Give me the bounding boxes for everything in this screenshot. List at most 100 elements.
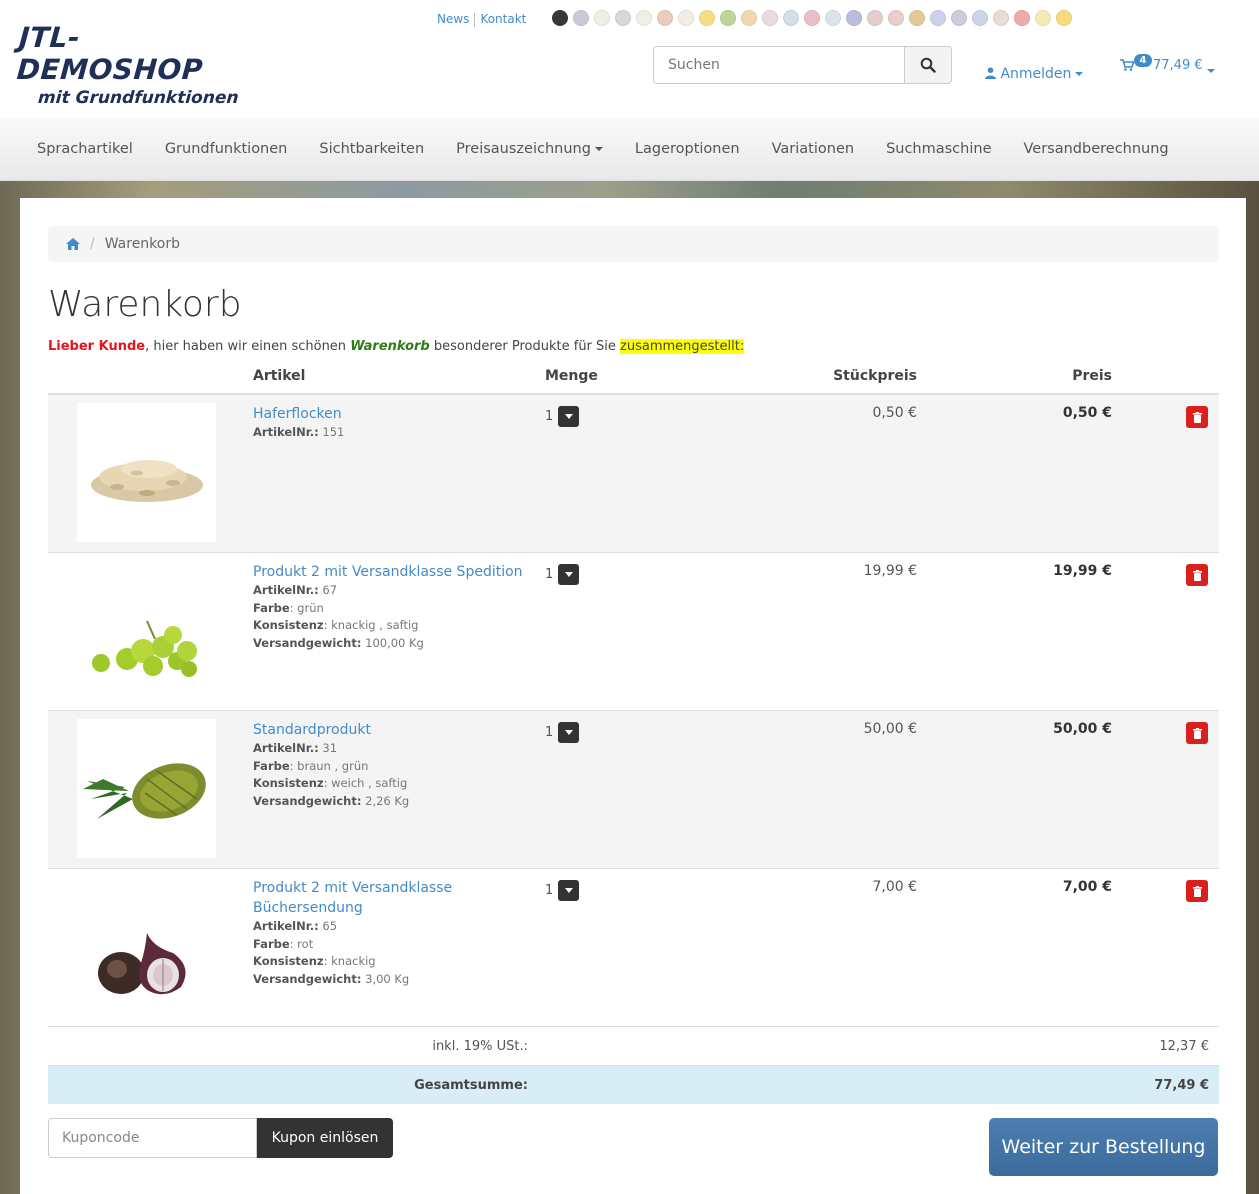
language-flag-icon[interactable]	[678, 10, 694, 26]
product-image-trauben[interactable]	[77, 561, 216, 700]
home-icon[interactable]	[66, 237, 80, 251]
delete-button[interactable]	[1186, 406, 1208, 428]
nav-item[interactable]: Sichtbarkeiten	[303, 141, 440, 157]
language-flag-icon[interactable]	[1035, 10, 1051, 26]
quantity-dropdown-button[interactable]	[558, 564, 580, 585]
product-link[interactable]: Standardprodukt	[253, 722, 371, 738]
delete-button[interactable]	[1186, 880, 1208, 902]
language-flag-icon[interactable]	[783, 10, 799, 26]
checkout-button[interactable]: Weiter zur Bestellung	[989, 1118, 1218, 1176]
language-flag-icon[interactable]	[1014, 10, 1030, 26]
nav-item[interactable]: Grundfunktionen	[149, 141, 304, 157]
nav-item[interactable]: Variationen	[756, 141, 870, 157]
redeem-coupon-button[interactable]: Kupon einlösen	[257, 1118, 393, 1158]
quantity-dropdown-button[interactable]	[558, 880, 580, 901]
nav-item-label: Lageroptionen	[634, 141, 740, 157]
search-button[interactable]	[905, 46, 952, 84]
table-header: Artikel Menge Stückpreis Preis	[48, 362, 1219, 395]
artnr-value: 65	[322, 919, 338, 933]
search-form	[653, 46, 952, 86]
table-row: Produkt 2 mit Versandklasse Spedition Ar…	[48, 553, 1219, 711]
language-flag-icon[interactable]	[1056, 10, 1072, 26]
language-flag-icon[interactable]	[804, 10, 820, 26]
language-flag-icon[interactable]	[825, 10, 841, 26]
delete-button[interactable]	[1186, 564, 1208, 586]
delete-button[interactable]	[1186, 722, 1208, 744]
language-flag-icon[interactable]	[636, 10, 652, 26]
trash-icon	[1192, 411, 1202, 423]
intro-highlight: zusammengestellt:	[620, 339, 745, 354]
quantity-dropdown-button[interactable]	[558, 722, 580, 743]
coupon-input[interactable]	[48, 1118, 257, 1158]
shop-logo[interactable]: JTL-DEMOSHOP mit Grundfunktionen	[15, 21, 258, 108]
kontakt-link[interactable]: Kontakt	[480, 12, 526, 26]
nav-item[interactable]: Versandberechnung	[1008, 141, 1185, 157]
login-dropdown[interactable]: Anmelden	[985, 66, 1084, 82]
nav-item[interactable]: Lageroptionen	[619, 141, 756, 157]
product-link[interactable]: Produkt 2 mit Versandklasse Spedition	[253, 564, 523, 580]
language-flag-icon[interactable]	[993, 10, 1009, 26]
language-flag-icon[interactable]	[699, 10, 715, 26]
nav-item[interactable]: Preisauszeichnung	[440, 141, 619, 157]
nav-item[interactable]: Sprachartikel	[21, 141, 149, 157]
intro-text-1: , hier haben wir einen schönen	[145, 339, 351, 354]
quantity-select[interactable]: 1	[545, 722, 580, 743]
language-flag-icon[interactable]	[573, 10, 589, 26]
tax-label: inkl. 19% USt.:	[432, 1039, 528, 1054]
language-flag-icon[interactable]	[930, 10, 946, 26]
farbe-value: : braun , grün	[289, 758, 369, 773]
language-flag-icon[interactable]	[909, 10, 925, 26]
quantity-select[interactable]: 1	[545, 880, 580, 901]
product-image-haferflocken[interactable]	[77, 403, 216, 542]
language-flag-icon[interactable]	[762, 10, 778, 26]
gewicht-value: 100,00 Kg	[365, 635, 424, 650]
language-flag-icon[interactable]	[888, 10, 904, 26]
language-flag-icon[interactable]	[846, 10, 862, 26]
artnr-value: 67	[322, 583, 338, 597]
language-flag-icon[interactable]	[594, 10, 610, 26]
language-flag-icon[interactable]	[741, 10, 757, 26]
language-flag-icon[interactable]	[615, 10, 631, 26]
language-flag-icon[interactable]	[552, 10, 568, 26]
table-row: Haferflocken ArtikelNr.: 151 1 0,50 € 0,…	[48, 395, 1219, 553]
login-label: Anmelden	[1000, 66, 1072, 82]
header-menge: Menge	[545, 368, 598, 384]
chevron-down-icon	[1075, 72, 1084, 76]
product-image-ananas[interactable]	[77, 719, 216, 858]
mini-cart[interactable]: 4 77,49 €	[1120, 54, 1215, 73]
gewicht-label: Versandgewicht:	[253, 971, 362, 986]
header-artikel: Artikel	[253, 368, 306, 384]
quantity-select[interactable]: 1	[545, 406, 580, 427]
artnr-label: ArtikelNr.:	[253, 425, 319, 439]
news-link[interactable]: News	[437, 12, 469, 26]
konsistenz-label: Konsistenz	[253, 954, 324, 968]
line-price: 50,00 €	[1053, 721, 1112, 737]
konsistenz-value: : weich , saftig	[323, 776, 408, 790]
quantity-select[interactable]: 1	[545, 564, 580, 585]
nav-item-label: Sichtbarkeiten	[319, 141, 425, 157]
caret-down-icon	[564, 414, 573, 419]
cart-count-badge: 4	[1134, 54, 1152, 67]
caret-down-icon	[564, 572, 573, 577]
product-image-zwiebel[interactable]	[77, 877, 216, 1016]
quantity-value: 1	[545, 725, 554, 740]
logo-line1: JTL-DEMOSHOP	[15, 21, 205, 86]
language-flag-icon[interactable]	[867, 10, 883, 26]
unit-price: 50,00 €	[863, 721, 917, 737]
logo-line2: mit Grundfunktionen	[37, 88, 240, 108]
nav-item[interactable]: Suchmaschine	[870, 141, 1007, 157]
artnr-value: 31	[322, 741, 338, 755]
language-flag-icon[interactable]	[951, 10, 967, 26]
total-label: Gesamtsumme:	[414, 1078, 528, 1093]
nav-item-label: Versandberechnung	[1023, 141, 1169, 157]
language-flag-icon[interactable]	[720, 10, 736, 26]
product-link[interactable]: Produkt 2 mit Versandklasse Büchersendun…	[253, 880, 452, 916]
search-input[interactable]	[653, 46, 905, 84]
language-flag-icon[interactable]	[972, 10, 988, 26]
product-link[interactable]: Haferflocken	[253, 406, 342, 422]
quantity-dropdown-button[interactable]	[558, 406, 580, 427]
line-price: 19,99 €	[1053, 563, 1112, 579]
language-flag-icon[interactable]	[657, 10, 673, 26]
header: JTL-DEMOSHOP mit Grundfunktionen News Kon…	[0, 0, 1259, 118]
caret-down-icon	[564, 730, 573, 735]
